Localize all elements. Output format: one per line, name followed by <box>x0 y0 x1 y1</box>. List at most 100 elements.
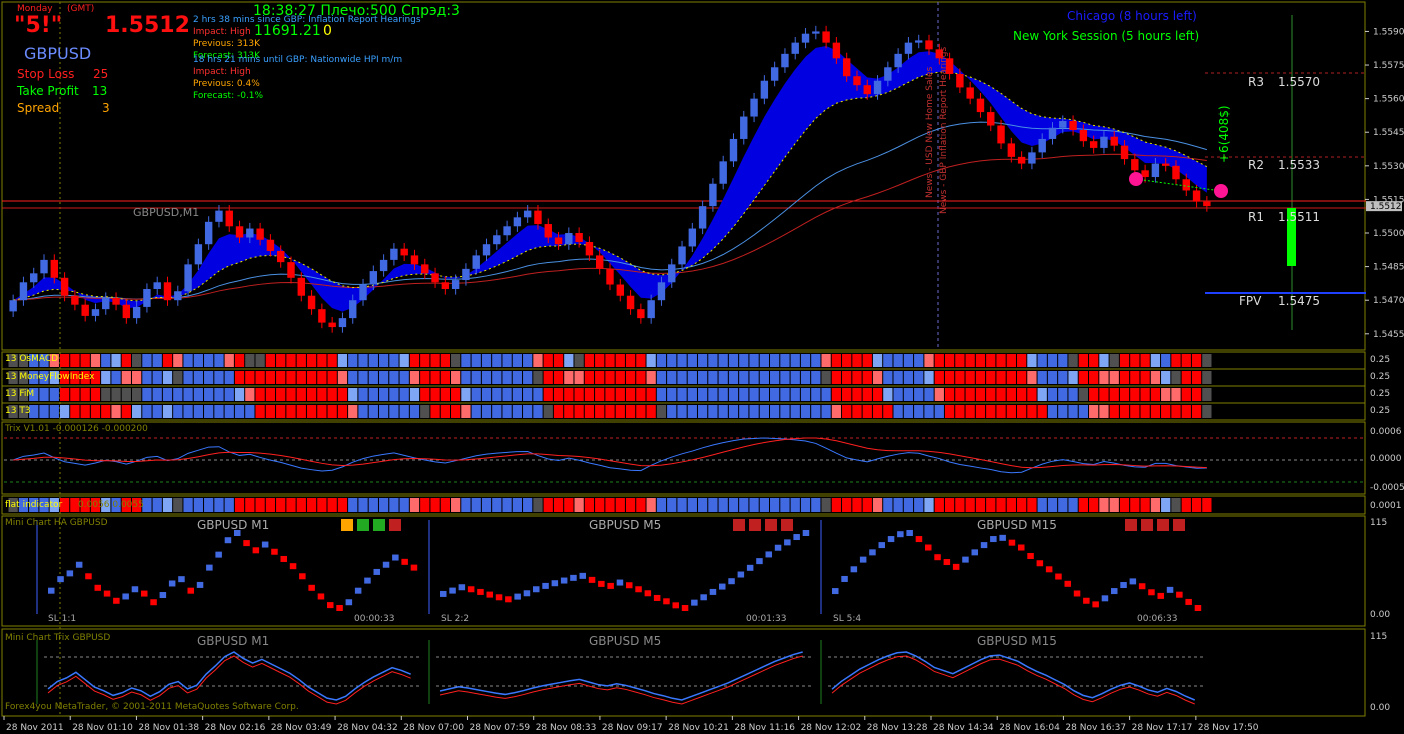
histogram-cell <box>811 388 821 401</box>
histogram-cell <box>914 371 924 384</box>
candle <box>781 53 789 68</box>
flat-cell <box>1099 498 1109 512</box>
candle <box>668 264 676 283</box>
histogram-cell <box>934 388 944 401</box>
candle <box>616 284 624 296</box>
histogram-cell <box>800 354 811 367</box>
mini-ha-title-m1: GBPUSD M1 <box>197 518 270 532</box>
mini-ha-axis-bottom: 0.00 <box>1370 610 1391 620</box>
mini-candle <box>364 577 371 584</box>
candle <box>163 282 172 301</box>
x-tick-label: 28 Nov 12:02 <box>801 723 862 733</box>
candle <box>657 282 666 301</box>
histogram-cell <box>502 354 512 367</box>
histogram-cell <box>862 371 872 384</box>
histogram-cell <box>111 354 121 367</box>
candle <box>40 259 48 274</box>
main-price-chart[interactable]: 1.55901.55751.55601.55451.55301.55151.55… <box>0 0 1404 734</box>
histogram-cell <box>595 405 605 418</box>
histogram-cell <box>965 388 975 401</box>
flat-axis: 0.0001 <box>1370 501 1402 511</box>
histogram-cell <box>728 371 739 384</box>
candle <box>60 277 69 296</box>
histogram-cell <box>481 354 492 367</box>
mini-candle <box>1111 588 1118 595</box>
candle <box>997 125 1005 144</box>
price-tick-label: 1.5455 <box>1373 330 1404 340</box>
histogram-cell <box>718 371 728 384</box>
histogram-cell <box>471 371 481 384</box>
histogram-cell <box>450 371 461 384</box>
candle <box>770 67 779 81</box>
histogram-cell <box>677 405 687 418</box>
mini-candle <box>1008 539 1016 546</box>
histogram-cell <box>234 371 245 384</box>
histogram-cell <box>276 405 286 418</box>
candle <box>1079 129 1088 142</box>
histogram-cell <box>152 388 162 401</box>
mini-candle <box>1036 560 1044 567</box>
histogram-cell <box>636 371 646 384</box>
x-tick-label: 28 Nov 13:28 <box>867 723 928 733</box>
histogram-cell <box>1171 371 1181 384</box>
mini-candle <box>915 536 923 543</box>
histogram-cell <box>378 388 389 401</box>
histogram-cell <box>245 405 255 418</box>
histogram-cell <box>234 354 245 367</box>
histogram-cell <box>39 388 49 401</box>
flat-cell <box>914 498 924 512</box>
mini-candle <box>440 590 447 597</box>
histogram-cell <box>368 405 378 418</box>
histogram-cell <box>944 388 955 401</box>
candle <box>513 217 522 227</box>
histogram-cell <box>831 354 842 367</box>
histogram-cell <box>687 354 697 367</box>
histogram-cell <box>656 388 667 401</box>
histogram-cell <box>903 354 914 367</box>
flat-cell <box>1171 498 1181 512</box>
candle <box>359 284 367 301</box>
pivot-r1-label: R1 <box>1248 210 1264 224</box>
mini-candle <box>887 536 895 543</box>
flat-cell <box>1119 498 1130 512</box>
histogram-cell <box>625 371 636 384</box>
histogram-cell <box>1150 371 1161 384</box>
histogram-cell <box>1058 354 1068 367</box>
histogram-cell <box>955 405 965 418</box>
mini-ha-title-m5: GBPUSD M5 <box>589 518 662 532</box>
flat-cell <box>409 498 420 512</box>
flat-cell <box>471 498 481 512</box>
mini-candle <box>616 579 624 586</box>
histogram-cell <box>625 354 636 367</box>
histogram-cell <box>1109 388 1119 401</box>
histogram-cell <box>152 371 162 384</box>
histogram-cell <box>1181 405 1191 418</box>
candle <box>194 244 203 265</box>
histogram-cell <box>842 388 852 401</box>
mini-candle <box>691 599 698 606</box>
histogram-cell <box>903 388 914 401</box>
histogram-cell <box>646 354 656 367</box>
histogram-cell <box>430 354 440 367</box>
hist-axis-osmacd: 0.25 <box>1370 355 1391 365</box>
candle <box>112 297 120 305</box>
histogram-cell <box>306 405 317 418</box>
histogram-cell <box>255 354 265 367</box>
histogram-cell <box>1130 354 1140 367</box>
histogram-cell <box>286 405 296 418</box>
histogram-cell <box>996 405 1006 418</box>
histogram-cell <box>667 388 677 401</box>
histogram-cell <box>399 354 409 367</box>
flat-cell <box>934 498 944 512</box>
histogram-cell <box>265 388 276 401</box>
histogram-cell <box>677 371 687 384</box>
histogram-cell <box>440 371 450 384</box>
histogram-cell <box>80 388 90 401</box>
price-tick-label: 1.5500 <box>1373 229 1404 239</box>
flat-cell <box>1068 498 1078 512</box>
candle <box>379 259 388 272</box>
histogram-cell <box>337 354 348 367</box>
histogram-cell <box>512 371 523 384</box>
copyright: Forex4you MetaTrader, © 2001-2011 MetaQu… <box>5 702 299 712</box>
flat-cell <box>955 498 965 512</box>
